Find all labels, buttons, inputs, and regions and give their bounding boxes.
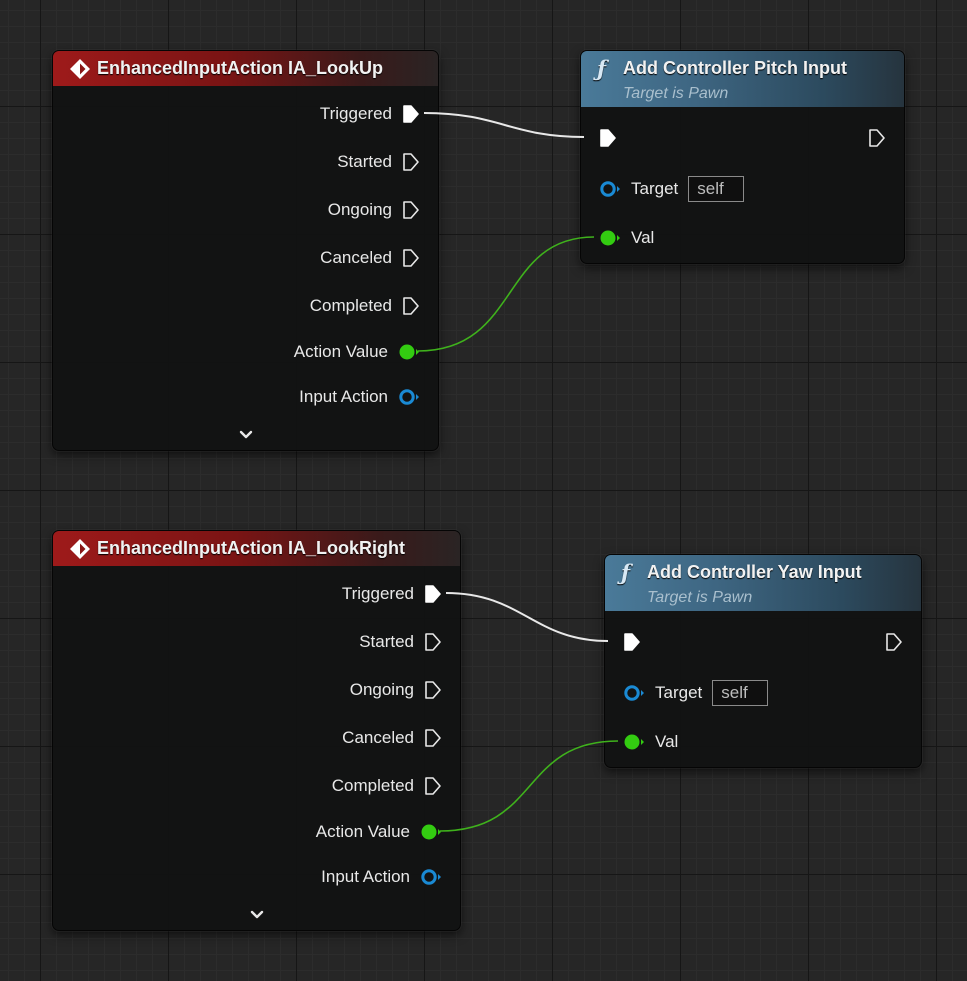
pin-row-triggered[interactable]: Triggered bbox=[342, 581, 442, 607]
function-node-title: Add Controller Yaw Input bbox=[647, 562, 862, 582]
pin-row-triggered[interactable]: Triggered bbox=[320, 101, 420, 127]
pin-label-started: Started bbox=[359, 632, 414, 651]
function-node-add-controller-yaw-input[interactable]: ƒ Add Controller Yaw Input Target is Paw… bbox=[604, 554, 922, 768]
function-f-icon: ƒ bbox=[621, 560, 631, 585]
exec-pin-filled-icon[interactable] bbox=[424, 584, 442, 604]
float-pin-filled-icon[interactable] bbox=[398, 343, 420, 361]
pin-label-action-value: Action Value bbox=[315, 822, 410, 841]
event-node-ia-lookup[interactable]: EnhancedInputAction IA_LookUp Triggered … bbox=[52, 50, 439, 451]
float-pin-filled-icon[interactable] bbox=[623, 733, 645, 751]
pin-row-val[interactable]: Val bbox=[599, 225, 654, 251]
pin-label-ongoing: Ongoing bbox=[327, 200, 392, 219]
pin-label-input-action: Input Action bbox=[321, 867, 410, 886]
exec-out-pin-icon[interactable] bbox=[885, 632, 903, 652]
pin-label-canceled: Canceled bbox=[320, 248, 392, 267]
function-node-header[interactable]: ƒ Add Controller Yaw Input Target is Paw… bbox=[605, 555, 921, 611]
function-node-add-controller-pitch-input[interactable]: ƒ Add Controller Pitch Input Target is P… bbox=[580, 50, 905, 264]
pin-label-started: Started bbox=[337, 152, 392, 171]
exec-wire-lookright[interactable] bbox=[445, 592, 609, 642]
pin-label-completed: Completed bbox=[309, 296, 392, 315]
function-node-subtitle: Target is Pawn bbox=[647, 589, 753, 606]
exec-in-pin-filled-icon[interactable] bbox=[599, 128, 617, 148]
exec-pin-icon[interactable] bbox=[402, 248, 420, 268]
pin-label-action-value: Action Value bbox=[293, 342, 388, 361]
pin-row-input-action[interactable]: Input Action bbox=[299, 384, 420, 410]
object-pin-icon[interactable] bbox=[623, 684, 645, 702]
exec-pin-icon[interactable] bbox=[424, 680, 442, 700]
float-wire-lookup[interactable] bbox=[417, 236, 595, 352]
pin-row-ongoing[interactable]: Ongoing bbox=[350, 677, 442, 703]
chevron-down-icon[interactable] bbox=[247, 908, 267, 922]
pin-label-val: Val bbox=[631, 228, 655, 247]
event-node-header[interactable]: EnhancedInputAction IA_LookUp bbox=[53, 51, 438, 86]
pin-label-canceled: Canceled bbox=[342, 728, 414, 747]
exec-pin-filled-icon[interactable] bbox=[402, 104, 420, 124]
pin-label-ongoing: Ongoing bbox=[349, 680, 414, 699]
event-node-ia-lookright[interactable]: EnhancedInputAction IA_LookRight Trigger… bbox=[52, 530, 461, 931]
exec-pin-icon[interactable] bbox=[424, 776, 442, 796]
object-pin-icon[interactable] bbox=[398, 388, 420, 406]
pin-row-input-action[interactable]: Input Action bbox=[321, 864, 442, 890]
pin-row-action-value[interactable]: Action Value bbox=[294, 339, 420, 365]
event-node-header[interactable]: EnhancedInputAction IA_LookRight bbox=[53, 531, 460, 566]
pin-row-started[interactable]: Started bbox=[337, 149, 420, 175]
function-node-header[interactable]: ƒ Add Controller Pitch Input Target is P… bbox=[581, 51, 904, 107]
pin-row-completed[interactable]: Completed bbox=[332, 773, 442, 799]
pin-label-completed: Completed bbox=[331, 776, 414, 795]
event-node-title: EnhancedInputAction IA_LookUp bbox=[97, 58, 383, 78]
pin-label-target: Target bbox=[655, 683, 703, 702]
pin-row-val[interactable]: Val bbox=[623, 729, 678, 755]
float-wire-lookright[interactable] bbox=[439, 740, 619, 832]
pin-row-ongoing[interactable]: Ongoing bbox=[328, 197, 420, 223]
exec-wire-lookup[interactable] bbox=[423, 112, 585, 138]
pin-row-canceled[interactable]: Canceled bbox=[342, 725, 442, 751]
pin-row-target[interactable]: Target self bbox=[623, 680, 769, 706]
function-node-subtitle: Target is Pawn bbox=[623, 85, 729, 102]
exec-pin-icon[interactable] bbox=[424, 728, 442, 748]
exec-pin-icon[interactable] bbox=[402, 296, 420, 316]
pin-row-started[interactable]: Started bbox=[359, 629, 442, 655]
exec-pin-icon[interactable] bbox=[424, 632, 442, 652]
pin-label-triggered: Triggered bbox=[341, 584, 414, 603]
event-diamond-icon bbox=[70, 538, 90, 559]
target-self-field[interactable]: self bbox=[688, 176, 745, 202]
exec-pin-icon[interactable] bbox=[402, 152, 420, 172]
exec-in-pin-filled-icon[interactable] bbox=[623, 632, 641, 652]
event-diamond-icon bbox=[70, 58, 90, 79]
pin-row-target[interactable]: Target self bbox=[599, 176, 745, 202]
pin-row-canceled[interactable]: Canceled bbox=[320, 245, 420, 271]
target-self-field[interactable]: self bbox=[712, 680, 769, 706]
chevron-down-icon[interactable] bbox=[236, 428, 256, 442]
function-f-icon: ƒ bbox=[597, 56, 607, 81]
exec-out-pin-icon[interactable] bbox=[868, 128, 886, 148]
float-pin-filled-icon[interactable] bbox=[599, 229, 621, 247]
object-pin-icon[interactable] bbox=[420, 868, 442, 886]
function-node-title: Add Controller Pitch Input bbox=[623, 58, 847, 78]
pin-label-triggered: Triggered bbox=[319, 104, 392, 123]
pin-row-action-value[interactable]: Action Value bbox=[316, 819, 442, 845]
event-node-title: EnhancedInputAction IA_LookRight bbox=[97, 538, 405, 558]
object-pin-icon[interactable] bbox=[599, 180, 621, 198]
pin-label-val: Val bbox=[655, 732, 679, 751]
exec-pin-icon[interactable] bbox=[402, 200, 420, 220]
pin-label-target: Target bbox=[631, 179, 679, 198]
pin-label-input-action: Input Action bbox=[299, 387, 388, 406]
float-pin-filled-icon[interactable] bbox=[420, 823, 442, 841]
pin-row-completed[interactable]: Completed bbox=[310, 293, 420, 319]
